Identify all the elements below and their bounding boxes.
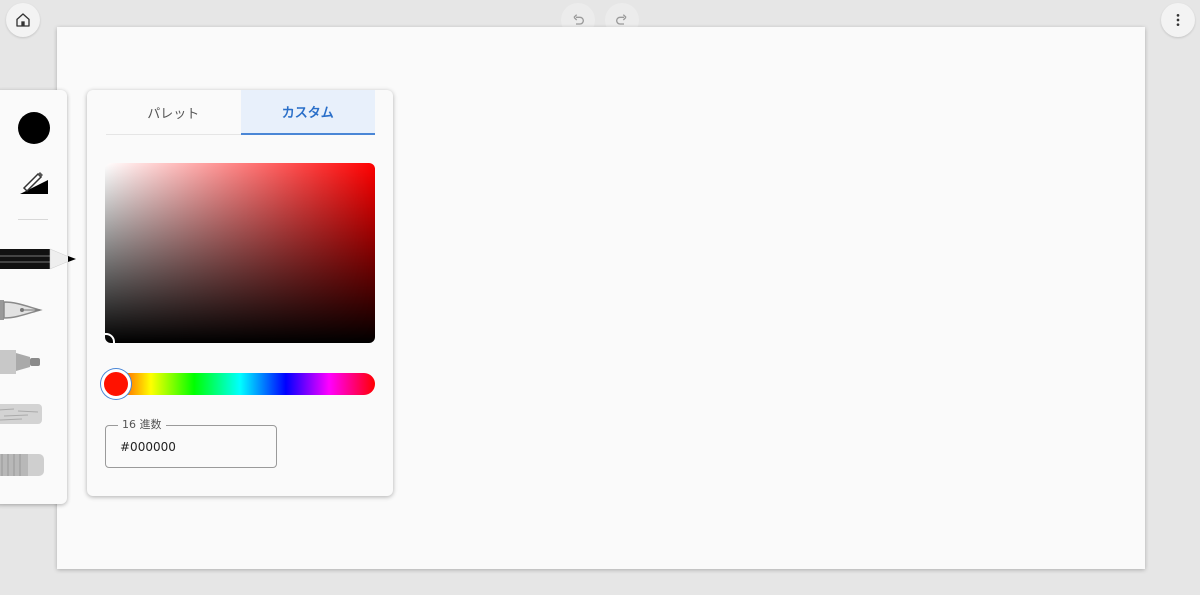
- marker-icon[interactable]: [0, 347, 50, 377]
- tab-palette[interactable]: パレット: [106, 90, 241, 135]
- hue-slider[interactable]: [105, 373, 375, 395]
- saturation-value-picker[interactable]: [105, 163, 375, 343]
- picker-tabs: パレット カスタム: [106, 90, 375, 135]
- toolbar-divider: [18, 219, 48, 220]
- fountain-pen-icon[interactable]: [0, 296, 50, 324]
- stroke-width-icon[interactable]: [18, 164, 50, 196]
- home-button[interactable]: [6, 3, 40, 37]
- more-menu-button[interactable]: [1161, 3, 1195, 37]
- color-picker-panel: パレット カスタム 16 進数: [87, 90, 393, 496]
- hue-slider-thumb[interactable]: [101, 369, 131, 399]
- eraser-icon[interactable]: [0, 452, 46, 478]
- pencil-icon[interactable]: [0, 246, 78, 272]
- hex-input[interactable]: [120, 436, 270, 458]
- chalk-icon[interactable]: [0, 402, 46, 426]
- tab-custom[interactable]: カスタム: [240, 90, 375, 135]
- saturation-value-cursor[interactable]: [105, 333, 115, 343]
- tool-toolbar: [0, 90, 76, 504]
- hex-field-label: 16 進数: [118, 417, 166, 433]
- home-icon: [16, 13, 30, 27]
- hex-color-field: 16 進数: [105, 417, 277, 468]
- current-color-swatch[interactable]: [18, 112, 50, 144]
- redo-icon: [616, 14, 627, 25]
- undo-icon: [573, 14, 584, 25]
- more-vert-icon: [1176, 14, 1180, 26]
